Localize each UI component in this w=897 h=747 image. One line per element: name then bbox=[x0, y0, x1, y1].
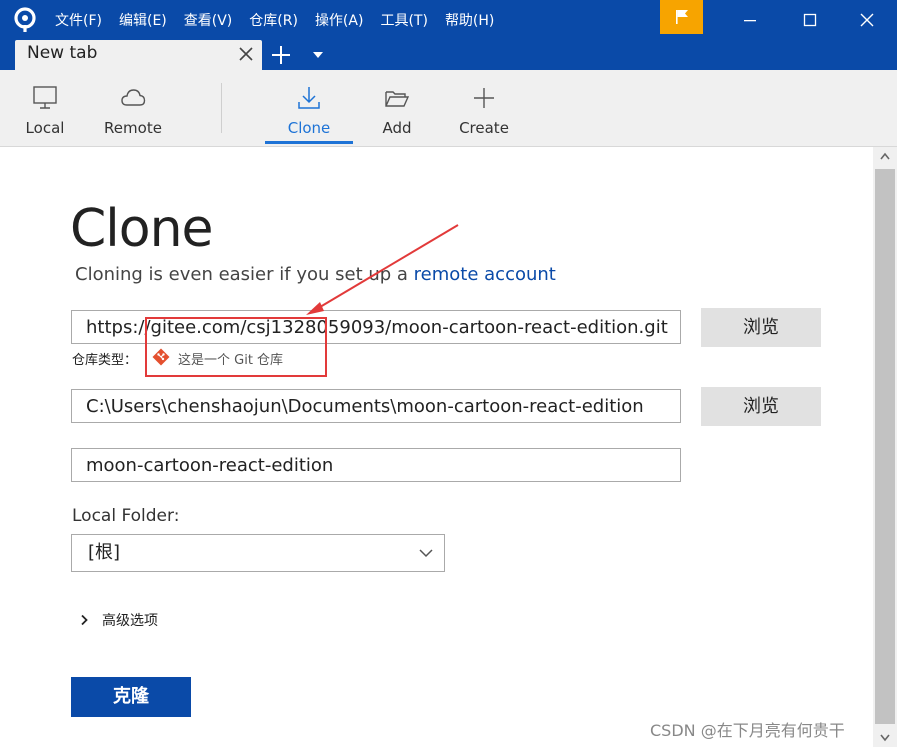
scroll-down-icon[interactable] bbox=[873, 727, 897, 747]
add-button[interactable]: Add bbox=[367, 70, 427, 146]
clone-tab-button[interactable]: Clone bbox=[265, 70, 353, 146]
menu-view[interactable]: 查看(V) bbox=[184, 10, 233, 30]
monitor-icon bbox=[33, 86, 57, 109]
clone-tab-label: Clone bbox=[287, 119, 331, 137]
tab-close-icon[interactable] bbox=[236, 44, 256, 64]
clone-panel: Clone Cloning is even easier if you set … bbox=[0, 147, 873, 747]
maximize-icon bbox=[803, 13, 817, 27]
close-window-button[interactable] bbox=[837, 0, 897, 40]
close-icon bbox=[860, 13, 874, 27]
minimize-button[interactable] bbox=[720, 0, 780, 40]
clone-submit-button[interactable]: 克隆 bbox=[71, 677, 191, 717]
repo-type-label: 仓库类型： bbox=[72, 353, 138, 368]
plus-icon bbox=[474, 88, 494, 108]
create-label: Create bbox=[459, 119, 509, 137]
flag-icon bbox=[675, 10, 688, 24]
notification-flag-button[interactable] bbox=[660, 0, 703, 34]
tab-new-tab[interactable]: New tab bbox=[15, 40, 262, 70]
menu-actions[interactable]: 操作(A) bbox=[315, 10, 364, 30]
toolbar-separator bbox=[221, 83, 222, 133]
scrollbar-thumb[interactable] bbox=[875, 169, 895, 724]
remote-button[interactable]: Remote bbox=[98, 70, 168, 146]
local-folder-value: [根] bbox=[88, 542, 121, 563]
menu-file[interactable]: 文件(F) bbox=[55, 10, 102, 30]
download-icon bbox=[298, 87, 320, 109]
local-folder-select[interactable]: [根] bbox=[71, 534, 445, 572]
page-title: Clone bbox=[70, 199, 214, 259]
cloud-icon bbox=[121, 89, 146, 106]
menu-bar: 文件(F) 编辑(E) 查看(V) 仓库(R) 操作(A) 工具(T) 帮助(H… bbox=[55, 0, 511, 40]
local-label: Local bbox=[25, 119, 65, 137]
menu-repository[interactable]: 仓库(R) bbox=[249, 10, 298, 30]
annotation-highlight-box bbox=[145, 317, 327, 377]
menu-help[interactable]: 帮助(H) bbox=[445, 10, 494, 30]
add-tab-icon[interactable] bbox=[270, 44, 292, 66]
local-button[interactable]: Local bbox=[15, 70, 75, 146]
tab-strip: New tab bbox=[0, 40, 897, 70]
menu-tools[interactable]: 工具(T) bbox=[380, 10, 427, 30]
toolbar: Local Remote Clone Add Create bbox=[0, 70, 897, 147]
menu-edit[interactable]: 编辑(E) bbox=[119, 10, 167, 30]
maximize-button[interactable] bbox=[780, 0, 840, 40]
create-button[interactable]: Create bbox=[452, 70, 516, 146]
browse-destination-button[interactable]: 浏览 bbox=[701, 387, 821, 426]
remote-label: Remote bbox=[104, 119, 162, 137]
annotation-arrow bbox=[306, 224, 459, 315]
title-bar: 文件(F) 编辑(E) 查看(V) 仓库(R) 操作(A) 工具(T) 帮助(H… bbox=[0, 0, 897, 40]
scroll-up-icon[interactable] bbox=[873, 147, 897, 167]
local-folder-label: Local Folder: bbox=[72, 506, 180, 526]
sourcetree-logo-icon bbox=[14, 7, 36, 32]
folder-open-icon bbox=[385, 91, 410, 107]
vertical-scrollbar[interactable] bbox=[873, 147, 897, 747]
chevron-right-icon[interactable] bbox=[78, 614, 90, 626]
csdn-watermark: CSDN @在下月亮有何贵干 bbox=[650, 721, 845, 740]
tab-dropdown-icon[interactable] bbox=[312, 50, 324, 60]
minimize-icon bbox=[744, 20, 756, 22]
advanced-options-toggle[interactable]: 高级选项 bbox=[102, 610, 158, 630]
active-tab-indicator bbox=[265, 141, 353, 144]
add-label: Add bbox=[382, 119, 412, 137]
destination-path-input[interactable]: C:\Users\chenshaojun\Documents\moon-cart… bbox=[71, 389, 681, 423]
browse-source-button[interactable]: 浏览 bbox=[701, 308, 821, 347]
repo-name-input[interactable]: moon-cartoon-react-edition bbox=[71, 448, 681, 482]
tab-label: New tab bbox=[27, 43, 98, 63]
chevron-down-icon bbox=[419, 549, 433, 558]
